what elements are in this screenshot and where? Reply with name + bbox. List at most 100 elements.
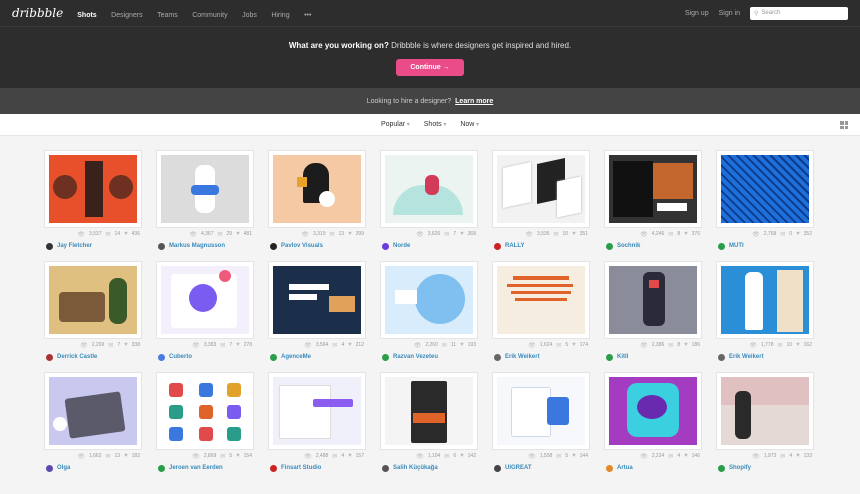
heart-icon[interactable]: ♥ bbox=[460, 231, 464, 237]
shot-card[interactable]: 👁 3,536 ✉ 10 ♥ 351 RALLY bbox=[492, 150, 590, 252]
shot-card[interactable]: 👁 3,383 ✉ 7 ♥ 278 Cuberto bbox=[156, 261, 254, 363]
shot-author[interactable]: Kitll bbox=[604, 351, 702, 363]
heart-icon[interactable]: ♥ bbox=[236, 342, 240, 348]
nav-community[interactable]: Community bbox=[192, 12, 227, 19]
avatar[interactable] bbox=[494, 464, 501, 472]
author-name[interactable]: Jeroen van Eerden bbox=[169, 465, 223, 471]
author-name[interactable]: Sochnik bbox=[617, 243, 640, 249]
avatar[interactable] bbox=[718, 242, 725, 250]
shot-author[interactable]: Finsart Studio bbox=[268, 462, 366, 474]
author-name[interactable]: RALLY bbox=[505, 243, 524, 249]
shot-thumbnail-frame[interactable] bbox=[492, 372, 590, 450]
heart-icon[interactable]: ♥ bbox=[572, 342, 576, 348]
heart-icon[interactable]: ♥ bbox=[124, 231, 128, 237]
shot-card[interactable]: 👁 2,488 ✉ 4 ♥ 157 Finsart Studio bbox=[268, 372, 366, 474]
search-input[interactable]: ⚲ Search bbox=[750, 6, 848, 20]
shot-card[interactable]: 👁 3,537 ✉ 14 ♥ 436 Jay Fletcher bbox=[44, 150, 142, 252]
nav-hiring[interactable]: Hiring bbox=[271, 12, 289, 19]
shot-thumbnail[interactable] bbox=[385, 155, 473, 223]
avatar[interactable] bbox=[494, 242, 501, 250]
shot-thumbnail-frame[interactable] bbox=[380, 150, 478, 228]
heart-icon[interactable]: ♥ bbox=[796, 231, 800, 237]
shot-thumbnail-frame[interactable] bbox=[716, 261, 814, 339]
author-name[interactable]: AgenceMe bbox=[281, 354, 311, 360]
shot-thumbnail[interactable] bbox=[609, 266, 697, 334]
learn-more-link[interactable]: Learn more bbox=[455, 98, 493, 105]
author-name[interactable]: Artua bbox=[617, 465, 633, 471]
author-name[interactable]: Cuberto bbox=[169, 354, 192, 360]
shot-author[interactable]: Shopify bbox=[716, 462, 814, 474]
shot-thumbnail-frame[interactable] bbox=[268, 372, 366, 450]
avatar[interactable] bbox=[382, 242, 389, 250]
shot-thumbnail[interactable] bbox=[609, 377, 697, 445]
shot-card[interactable]: 👁 2,224 ✉ 4 ♥ 146 Artua bbox=[604, 372, 702, 474]
shot-author[interactable]: RALLY bbox=[492, 240, 590, 252]
shot-thumbnail[interactable] bbox=[609, 155, 697, 223]
author-name[interactable]: Jay Fletcher bbox=[57, 243, 92, 249]
filter-now[interactable]: Now bbox=[460, 121, 479, 128]
shot-thumbnail-frame[interactable] bbox=[156, 150, 254, 228]
shot-card[interactable]: 👁 2,768 ✉ 0 ♥ 352 MUTI bbox=[716, 150, 814, 252]
avatar[interactable] bbox=[494, 353, 501, 361]
shot-thumbnail-frame[interactable] bbox=[492, 150, 590, 228]
shot-card[interactable]: 👁 2,269 ✉ 7 ♥ 338 Derrick Castle bbox=[44, 261, 142, 363]
dribbble-logo[interactable]: dribbble bbox=[12, 6, 63, 20]
avatar[interactable] bbox=[46, 353, 53, 361]
avatar[interactable] bbox=[158, 242, 165, 250]
avatar[interactable] bbox=[46, 242, 53, 250]
shot-card[interactable]: 👁 1,624 ✉ 5 ♥ 174 Erik Weikert bbox=[492, 261, 590, 363]
shot-thumbnail[interactable] bbox=[161, 266, 249, 334]
shot-author[interactable]: Cuberto bbox=[156, 351, 254, 363]
filter-shots[interactable]: Shots bbox=[424, 121, 447, 128]
heart-icon[interactable]: ♥ bbox=[236, 453, 240, 459]
heart-icon[interactable]: ♥ bbox=[460, 342, 464, 348]
author-name[interactable]: Kitll bbox=[617, 354, 628, 360]
shot-card[interactable]: 👁 1,104 ✉ 6 ♥ 142 Salih Küçükağa bbox=[380, 372, 478, 474]
heart-icon[interactable]: ♥ bbox=[348, 231, 352, 237]
shot-author[interactable]: Jay Fletcher bbox=[44, 240, 142, 252]
shot-author[interactable]: Razvan Vezeteu bbox=[380, 351, 478, 363]
heart-icon[interactable]: ♥ bbox=[124, 342, 128, 348]
shot-card[interactable]: 👁 4,246 ✉ 8 ♥ 376 Sochnik bbox=[604, 150, 702, 252]
shot-thumbnail[interactable] bbox=[497, 266, 585, 334]
author-name[interactable]: Erik Weikert bbox=[729, 354, 764, 360]
heart-icon[interactable]: ♥ bbox=[684, 453, 688, 459]
author-name[interactable]: Pavlov Visuals bbox=[281, 243, 323, 249]
author-name[interactable]: MUTI bbox=[729, 243, 744, 249]
heart-icon[interactable]: ♥ bbox=[460, 453, 464, 459]
shot-thumbnail[interactable] bbox=[49, 155, 137, 223]
avatar[interactable] bbox=[46, 464, 53, 472]
signup-link[interactable]: Sign up bbox=[685, 10, 709, 17]
nav-teams[interactable]: Teams bbox=[157, 12, 178, 19]
shot-author[interactable]: Derrick Castle bbox=[44, 351, 142, 363]
shot-card[interactable]: 👁 1,778 ✉ 10 ♥ 162 Erik Weikert bbox=[716, 261, 814, 363]
shot-thumbnail[interactable] bbox=[273, 266, 361, 334]
shot-thumbnail-frame[interactable] bbox=[604, 372, 702, 450]
shot-thumbnail[interactable] bbox=[385, 266, 473, 334]
heart-icon[interactable]: ♥ bbox=[796, 453, 800, 459]
shot-thumbnail-frame[interactable] bbox=[604, 150, 702, 228]
shot-author[interactable]: MUTI bbox=[716, 240, 814, 252]
shot-thumbnail[interactable] bbox=[273, 377, 361, 445]
avatar[interactable] bbox=[606, 242, 613, 250]
avatar[interactable] bbox=[606, 464, 613, 472]
shot-author[interactable]: Erik Weikert bbox=[492, 351, 590, 363]
nav-jobs[interactable]: Jobs bbox=[242, 12, 257, 19]
shot-thumbnail-frame[interactable] bbox=[44, 372, 142, 450]
shot-thumbnail-frame[interactable] bbox=[44, 150, 142, 228]
nav-shots[interactable]: Shots bbox=[77, 12, 96, 19]
heart-icon[interactable]: ♥ bbox=[124, 453, 128, 459]
shot-card[interactable]: 👁 2,869 ✉ 5 ♥ 154 Jeroen van Eerden bbox=[156, 372, 254, 474]
author-name[interactable]: Razvan Vezeteu bbox=[393, 354, 438, 360]
shot-author[interactable]: AgenceMe bbox=[268, 351, 366, 363]
shot-thumbnail-frame[interactable] bbox=[716, 372, 814, 450]
avatar[interactable] bbox=[382, 464, 389, 472]
shot-card[interactable]: 👁 3,626 ✉ 7 ♥ 368 Norde bbox=[380, 150, 478, 252]
avatar[interactable] bbox=[158, 353, 165, 361]
heart-icon[interactable]: ♥ bbox=[348, 453, 352, 459]
shot-author[interactable]: Salih Küçükağa bbox=[380, 462, 478, 474]
shot-author[interactable]: Markus Magnusson bbox=[156, 240, 254, 252]
heart-icon[interactable]: ♥ bbox=[684, 231, 688, 237]
author-name[interactable]: Erik Weikert bbox=[505, 354, 540, 360]
shot-thumbnail-frame[interactable] bbox=[268, 150, 366, 228]
